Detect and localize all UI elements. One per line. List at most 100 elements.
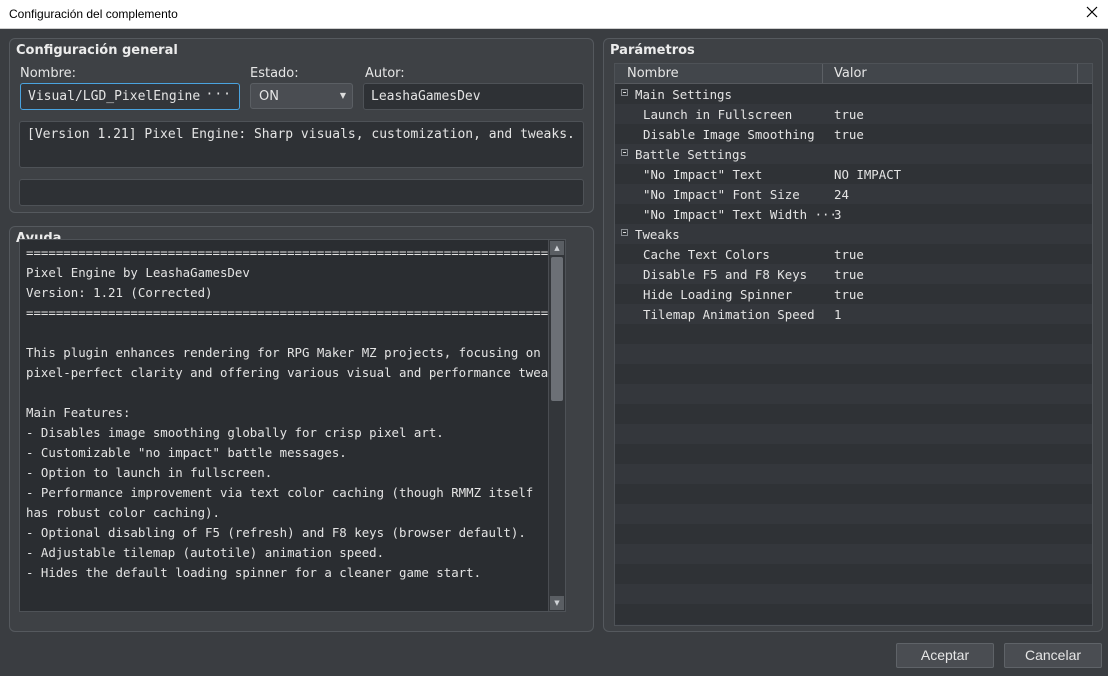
param-category-row[interactable]: Battle Settings [615,144,1092,164]
help-line: Main Features: [26,405,131,420]
param-name: "No Impact" Text Width ··· [643,207,837,222]
general-settings-group: Configuración general Nombre: Estado: Au… [9,38,594,213]
help-line: - Disables image smoothing globally for … [26,425,444,440]
browse-button[interactable]: ··· [206,87,232,102]
status-value: ON [259,89,279,104]
help-line: - Performance improvement via text color… [26,485,534,500]
arrow-up-icon[interactable]: ▲ [550,241,564,255]
param-category-label: Battle Settings [635,147,747,162]
parameters-header: Nombre Valor [615,64,1092,84]
scroll-thumb[interactable] [551,257,563,401]
close-icon[interactable] [1084,4,1100,20]
plugin-name-value: Visual/LGD_PixelEngine [28,89,201,104]
empty-row [615,524,1092,544]
help-line: - Optional disabling of F5 (refresh) and… [26,525,526,540]
param-category-row[interactable]: Main Settings [615,84,1092,104]
collapse-icon[interactable] [621,149,628,156]
param-name: Hide Loading Spinner [643,287,793,302]
title-bar: Configuración del complemento [0,0,1108,29]
param-value[interactable]: true [834,267,864,282]
param-name: Disable F5 and F8 Keys [643,267,808,282]
param-value[interactable]: NO IMPACT [834,167,901,182]
chevron-down-icon: ▼ [339,91,346,100]
empty-row [615,404,1092,424]
accept-button[interactable]: Aceptar [896,643,994,668]
param-row[interactable]: Cache Text Colors true [615,244,1092,264]
empty-row [615,564,1092,584]
param-name: Tilemap Animation Speed [643,307,815,322]
param-category-label: Tweaks [635,227,680,242]
param-row[interactable]: Disable F5 and F8 Keys true [615,264,1092,284]
empty-row [615,484,1092,504]
description-text: [Version 1.21] Pixel Engine: Sharp visua… [27,127,575,142]
help-line: This plugin enhances rendering for RPG M… [26,345,541,360]
param-row[interactable]: "No Impact" Font Size 24 [615,184,1092,204]
help-scrollbar[interactable]: ▲ ▼ [548,240,565,611]
help-line: Pixel Engine by LeashaGamesDev [26,265,250,280]
name-label: Nombre: [20,66,77,81]
empty-row [615,384,1092,404]
extra-field[interactable] [19,179,584,206]
author-label: Autor: [365,66,405,81]
param-value[interactable]: true [834,127,864,142]
param-row[interactable]: Launch in Fullscreen true [615,104,1092,124]
param-name: "No Impact" Text [643,167,763,182]
param-name: Disable Image Smoothing [643,127,815,142]
collapse-icon[interactable] [621,89,628,96]
empty-row [615,504,1092,524]
status-label: Estado: [250,66,299,81]
window-title: Configuración del complemento [9,7,178,21]
empty-row [615,424,1092,444]
column-divider [822,64,823,83]
param-value[interactable]: 1 [834,307,841,322]
param-row[interactable]: "No Impact" Text Width ··· 3 [615,204,1092,224]
parameters-group: Parámetros Nombre Valor Main Settings Lau… [603,38,1103,632]
help-line: - Adjustable tilemap (autotile) animatio… [26,545,385,560]
collapse-icon[interactable] [621,229,628,236]
help-line: ========================================… [26,305,566,320]
empty-row [615,364,1092,384]
general-settings-title: Configuración general [16,43,178,58]
help-line: - Customizable "no impact" battle messag… [26,445,347,460]
empty-row [615,344,1092,364]
author-value: LeashaGamesDev [371,89,481,104]
help-text-area[interactable]: ========================================… [19,239,566,612]
arrow-down-icon[interactable]: ▼ [550,596,564,610]
param-category-label: Main Settings [635,87,732,102]
column-divider [1077,64,1078,83]
help-line: ========================================… [26,245,566,260]
empty-row [615,444,1092,464]
param-row[interactable]: Disable Image Smoothing true [615,124,1092,144]
param-value[interactable]: true [834,107,864,122]
param-value[interactable]: true [834,287,864,302]
author-field[interactable]: LeashaGamesDev [363,83,584,110]
plugin-name-field[interactable]: Visual/LGD_PixelEngine ··· [20,83,240,110]
description-field[interactable]: [Version 1.21] Pixel Engine: Sharp visua… [19,121,584,168]
param-value[interactable]: 24 [834,187,849,202]
param-name: "No Impact" Font Size [643,187,800,202]
param-row[interactable]: Hide Loading Spinner true [615,284,1092,304]
help-line: Version: 1.21 (Corrected) [26,285,213,300]
param-name: Cache Text Colors [643,247,770,262]
status-select[interactable]: ON ▼ [250,83,353,109]
column-header-name[interactable]: Nombre [627,66,679,81]
empty-row [615,464,1092,484]
param-row[interactable]: "No Impact" Text NO IMPACT [615,164,1092,184]
param-value[interactable]: 3 [834,207,841,222]
empty-row [615,604,1092,624]
empty-row [615,584,1092,604]
help-line: has robust color caching). [26,505,220,520]
param-name: Launch in Fullscreen [643,107,793,122]
parameters-title: Parámetros [610,43,695,58]
help-line: pixel-perfect clarity and offering vario… [26,365,566,380]
help-group: Ayuda ==================================… [9,226,594,632]
help-line: - Option to launch in fullscreen. [26,465,273,480]
empty-row [615,544,1092,564]
cancel-button[interactable]: Cancelar [1004,643,1102,668]
param-category-row[interactable]: Tweaks [615,224,1092,244]
parameters-table[interactable]: Nombre Valor Main Settings Launch in Full… [614,63,1093,626]
param-value[interactable]: true [834,247,864,262]
column-header-value[interactable]: Valor [834,66,867,81]
empty-row [615,324,1092,344]
param-row[interactable]: Tilemap Animation Speed 1 [615,304,1092,324]
